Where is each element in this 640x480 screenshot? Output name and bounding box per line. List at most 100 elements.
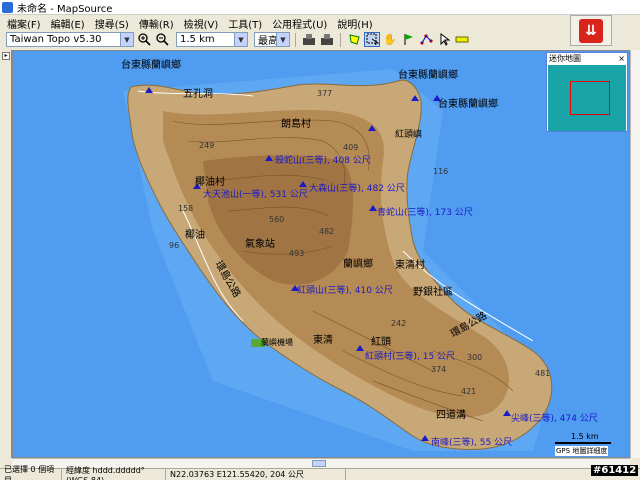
place-label: 椰油村	[195, 177, 225, 188]
menu-file[interactable]: 檔案(F)	[2, 16, 46, 31]
pointer-icon	[440, 33, 450, 46]
transfer-button[interactable]: ⇊	[570, 15, 612, 46]
left-panel-toggle[interactable]: ▸	[0, 50, 12, 458]
zoom-level-select[interactable]: 1.5 km ▼	[176, 32, 248, 47]
vertical-scrollbar[interactable]	[630, 50, 640, 458]
elevation-label: 300	[467, 353, 483, 362]
menu-tools[interactable]: 工具(T)	[223, 16, 267, 31]
scale-line	[555, 442, 611, 444]
measure-tool-button[interactable]	[454, 32, 470, 47]
toolbar-separator	[295, 32, 296, 47]
peak-label: 尖峰(三等), 474 公尺	[511, 414, 598, 424]
chevron-down-icon: ▼	[234, 33, 247, 46]
menu-bar: 檔案(F) 編輯(E) 搜尋(S) 傳輸(R) 檢視(V) 工具(T) 公用程式…	[0, 15, 560, 31]
place-label: 東清	[313, 335, 333, 346]
zoom-out-icon	[155, 33, 169, 46]
receive-from-device-button[interactable]	[301, 32, 317, 47]
selection-tool-button[interactable]	[364, 32, 380, 47]
scale-bar: 1.5 km	[555, 432, 611, 445]
detail-value: 最高	[258, 36, 278, 47]
map-canvas[interactable]	[13, 51, 630, 458]
place-label: 紅頭嶼	[395, 130, 423, 140]
scale-label: 1.5 km	[571, 432, 599, 441]
menu-utilities[interactable]: 公用程式(U)	[267, 16, 332, 31]
elevation-label: 249	[199, 141, 215, 150]
peak-label: 大森山(三等), 482 公尺	[309, 184, 405, 194]
app-icon	[2, 1, 13, 13]
close-icon[interactable]: ×	[618, 54, 627, 63]
map-product-value: Taiwan Topo v5.30	[10, 34, 102, 45]
scrollbar-thumb[interactable]	[312, 460, 326, 467]
flag-icon	[404, 34, 413, 45]
elevation-label: 242	[391, 319, 407, 328]
overview-map[interactable]	[548, 65, 626, 131]
map-product-select[interactable]: Taiwan Topo v5.30 ▼	[6, 32, 134, 47]
device-receive-icon	[303, 34, 315, 45]
menu-search[interactable]: 搜尋(S)	[90, 16, 134, 31]
elevation-label: 377	[317, 89, 333, 98]
window-title: 未命名 - MapSource	[17, 3, 113, 15]
place-label: 蘭嶼機場	[261, 338, 293, 347]
elevation-label: 409	[343, 143, 359, 152]
send-to-device-button[interactable]	[319, 32, 335, 47]
selection-tool-icon	[366, 33, 379, 46]
menu-edit[interactable]: 編輯(E)	[46, 16, 90, 31]
place-label: 四道溝	[436, 410, 466, 421]
map-tool-button[interactable]	[346, 32, 362, 47]
toolbar: Taiwan Topo v5.30 ▼ 1.5 km ▼ 最高 ▼ ✋	[0, 31, 560, 48]
place-label: 紅頭	[371, 337, 391, 348]
zoom-out-button[interactable]	[154, 32, 170, 47]
expand-icon: ▸	[2, 52, 10, 60]
watermark: #61412	[591, 465, 639, 476]
place-label: 台東縣蘭嶼鄉	[121, 60, 181, 71]
hand-icon: ✋	[383, 33, 397, 46]
cursor-position: N22.03763 E121.55420, 204 公尺	[166, 469, 346, 480]
toolbar-separator	[340, 32, 341, 47]
waypoint-tool-button[interactable]	[400, 32, 416, 47]
menu-transfer[interactable]: 傳輸(R)	[134, 16, 179, 31]
status-bar: 已選擇 0 個項目 經緯度 hddd.ddddd°(WGS 84) N22.03…	[0, 465, 640, 480]
overview-viewport-frame[interactable]	[570, 81, 610, 115]
peak-label: 紅頭山(三等), 410 公尺	[297, 286, 393, 296]
overview-title-bar: 迷你地圖 ×	[547, 53, 627, 64]
place-label: 氣象站	[245, 239, 275, 250]
map-view[interactable]: 台東縣蘭嶼鄉 台東縣蘭嶼鄉 台東縣蘭嶼鄉 五孔洞 朗島村 椰油村 椰油 氣象站 …	[12, 50, 630, 458]
elevation-label: 116	[433, 167, 449, 176]
elevation-label: 374	[431, 365, 447, 374]
route-icon	[419, 34, 433, 45]
double-down-arrow-icon: ⇊	[579, 18, 603, 43]
overview-title: 迷你地圖	[549, 54, 581, 63]
zoom-in-button[interactable]	[136, 32, 152, 47]
place-label: 五孔洞	[183, 89, 213, 100]
place-label: 東清村	[395, 260, 425, 271]
peak-label: 紅頭村(三等), 15 公尺	[365, 352, 456, 362]
place-label: 椰油	[185, 230, 205, 241]
place-label: 野銀社區	[413, 287, 453, 298]
elevation-label: 560	[269, 215, 285, 224]
elevation-label: 482	[319, 227, 335, 236]
chevron-down-icon: ▼	[120, 33, 133, 46]
peak-label: 南峰(三等), 55 公尺	[431, 438, 513, 448]
elevation-label: 158	[178, 204, 194, 213]
coordinate-format: 經緯度 hddd.ddddd°(WGS 84)	[62, 466, 166, 480]
map-attribution: GPS 地圖詳細度	[555, 446, 609, 456]
pan-tool-button[interactable]: ✋	[382, 32, 398, 47]
menu-view[interactable]: 檢視(V)	[179, 16, 224, 31]
selection-status: 已選擇 0 個項目	[0, 465, 62, 480]
route-tool-button[interactable]	[418, 32, 434, 47]
place-label: 蘭嶼鄉	[343, 259, 373, 270]
place-label: 朗島村	[281, 119, 311, 130]
elevation-label: 96	[169, 241, 180, 250]
detail-select[interactable]: 最高 ▼	[254, 32, 290, 47]
menu-help[interactable]: 說明(H)	[332, 16, 377, 31]
elevation-label: 481	[535, 369, 551, 378]
overview-map-panel[interactable]: 迷你地圖 ×	[546, 52, 628, 132]
place-label: 台東縣蘭嶼鄉	[438, 99, 498, 110]
device-send-icon	[321, 34, 333, 45]
place-label: 台東縣蘭嶼鄉	[398, 70, 458, 81]
track-tool-button[interactable]	[436, 32, 452, 47]
peak-label: 殺蛇山(三等), 408 公尺	[275, 156, 371, 166]
elevation-label: 493	[289, 249, 305, 258]
elevation-label: 421	[461, 387, 477, 396]
title-bar: 未命名 - MapSource	[0, 0, 640, 15]
